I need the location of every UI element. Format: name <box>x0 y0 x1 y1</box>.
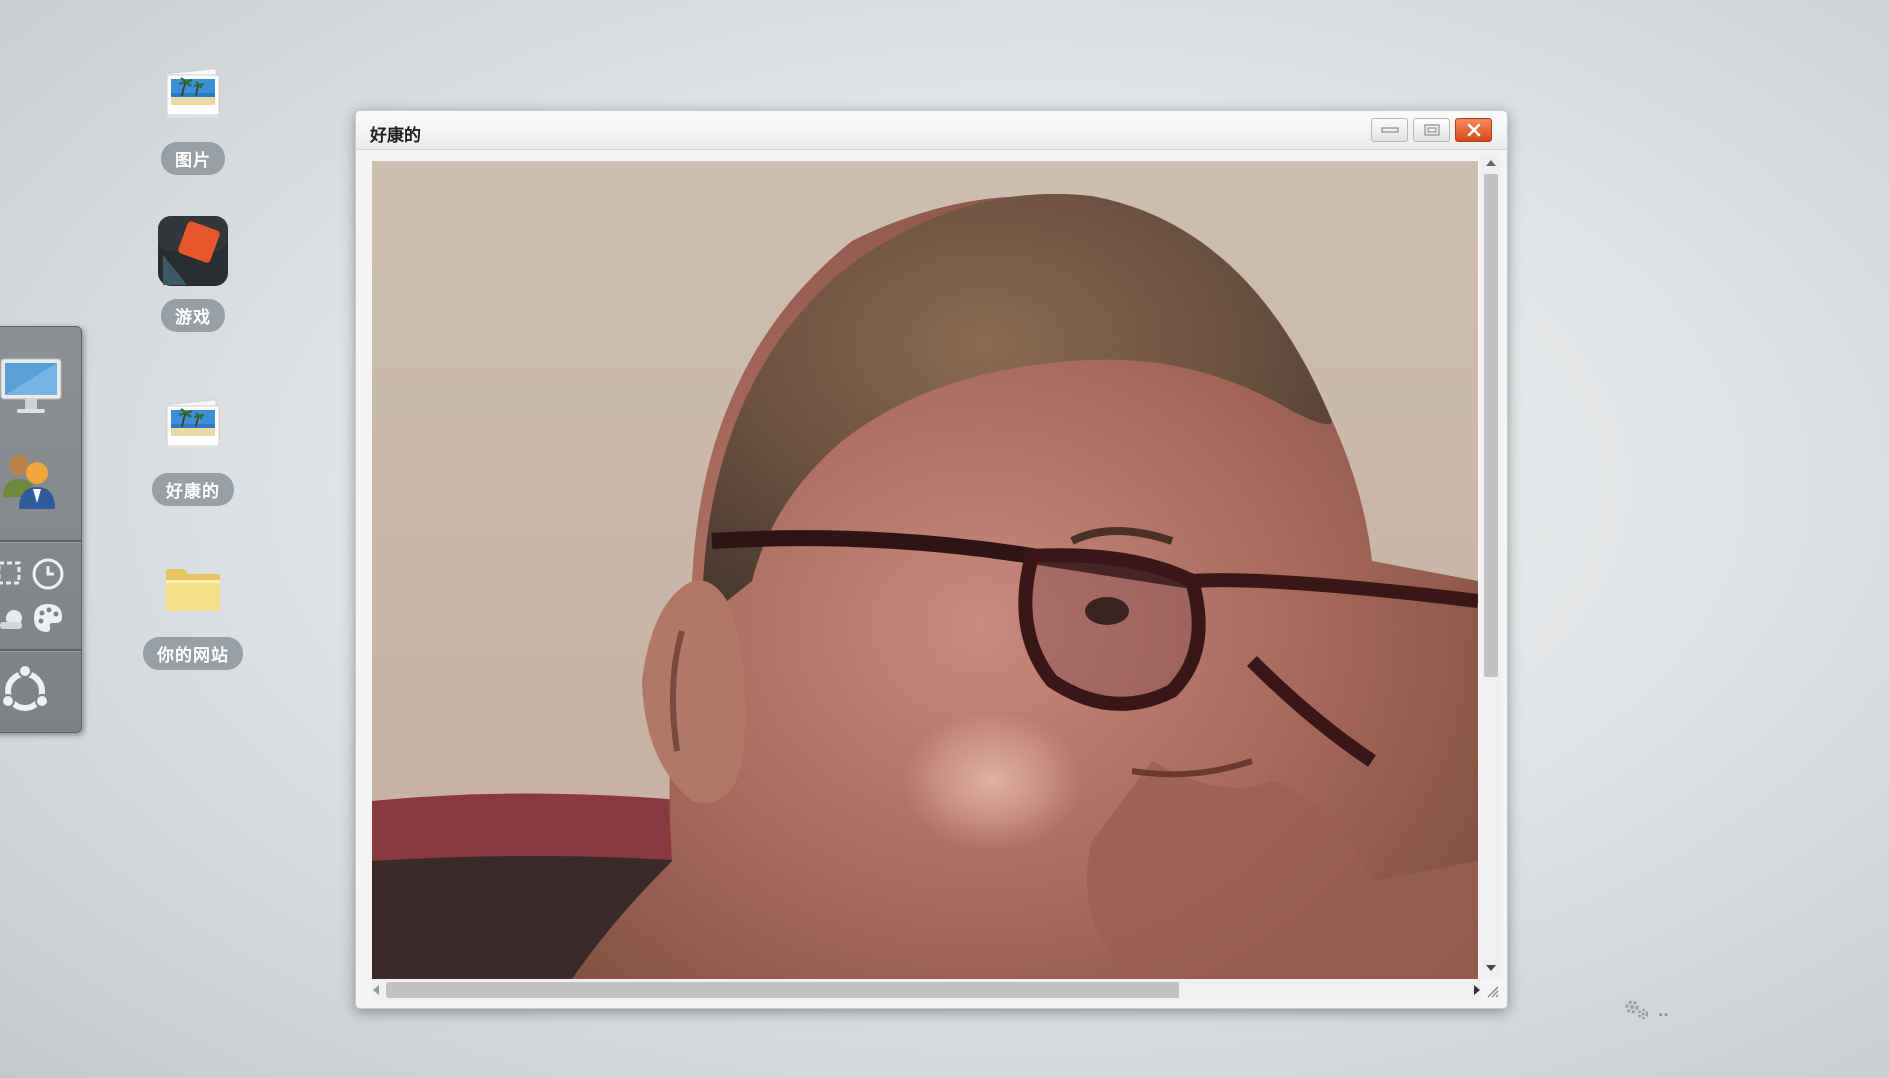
scroll-right-arrow-icon[interactable] <box>1474 985 1480 995</box>
clock-icon[interactable] <box>29 555 67 593</box>
scroll-up-arrow-icon[interactable] <box>1486 160 1496 166</box>
palette-icon[interactable] <box>29 599 67 637</box>
desktop-icon-label: 好康的 <box>152 473 234 506</box>
photo-icon <box>157 58 229 130</box>
game-icon <box>157 215 229 287</box>
minimize-button[interactable] <box>1371 118 1408 142</box>
maximize-icon <box>1423 124 1440 136</box>
ubuntu-icon[interactable] <box>0 661 55 721</box>
photo-image <box>372 161 1478 979</box>
side-dock <box>0 326 82 733</box>
image-viewer-window[interactable]: 好康的 <box>355 110 1508 1009</box>
resize-grip-icon[interactable] <box>1484 983 1500 999</box>
desktop-icon-label: 游戏 <box>161 299 225 332</box>
monitor-icon[interactable] <box>0 355 63 419</box>
vertical-scroll-thumb[interactable] <box>1484 174 1498 677</box>
maximize-button[interactable] <box>1413 118 1450 142</box>
image-viewport[interactable] <box>372 161 1478 979</box>
tray-dots: .. <box>1658 1004 1669 1020</box>
horizontal-scrollbar[interactable] <box>372 979 1481 1001</box>
system-tray[interactable]: .. <box>1622 998 1669 1026</box>
desktop-icon-pictures[interactable]: 图片 <box>123 58 263 175</box>
desktop-icon-games[interactable]: 游戏 <box>123 215 263 332</box>
desktop-icon-website-folder[interactable]: 你的网站 <box>123 553 263 670</box>
scroll-left-arrow-icon[interactable] <box>373 985 379 995</box>
minimize-icon <box>1380 127 1399 133</box>
window-titlebar[interactable]: 好康的 <box>356 111 1507 150</box>
window-title: 好康的 <box>370 126 421 146</box>
close-icon <box>1467 123 1480 137</box>
weather-icon[interactable] <box>0 601 27 637</box>
close-button[interactable] <box>1455 118 1492 142</box>
screenshot-icon[interactable] <box>0 555 27 591</box>
folder-icon <box>157 553 229 625</box>
desktop-icon-label: 图片 <box>161 142 225 175</box>
desktop-icon-photos[interactable]: 好康的 <box>123 389 263 506</box>
scroll-down-arrow-icon[interactable] <box>1486 965 1496 971</box>
users-icon[interactable] <box>0 447 61 511</box>
desktop-icon-label: 你的网站 <box>143 637 243 670</box>
photo-icon <box>157 389 229 461</box>
vertical-scrollbar[interactable] <box>1481 154 1501 979</box>
horizontal-scroll-thumb[interactable] <box>386 982 1179 998</box>
gears-icon[interactable] <box>1622 998 1652 1026</box>
